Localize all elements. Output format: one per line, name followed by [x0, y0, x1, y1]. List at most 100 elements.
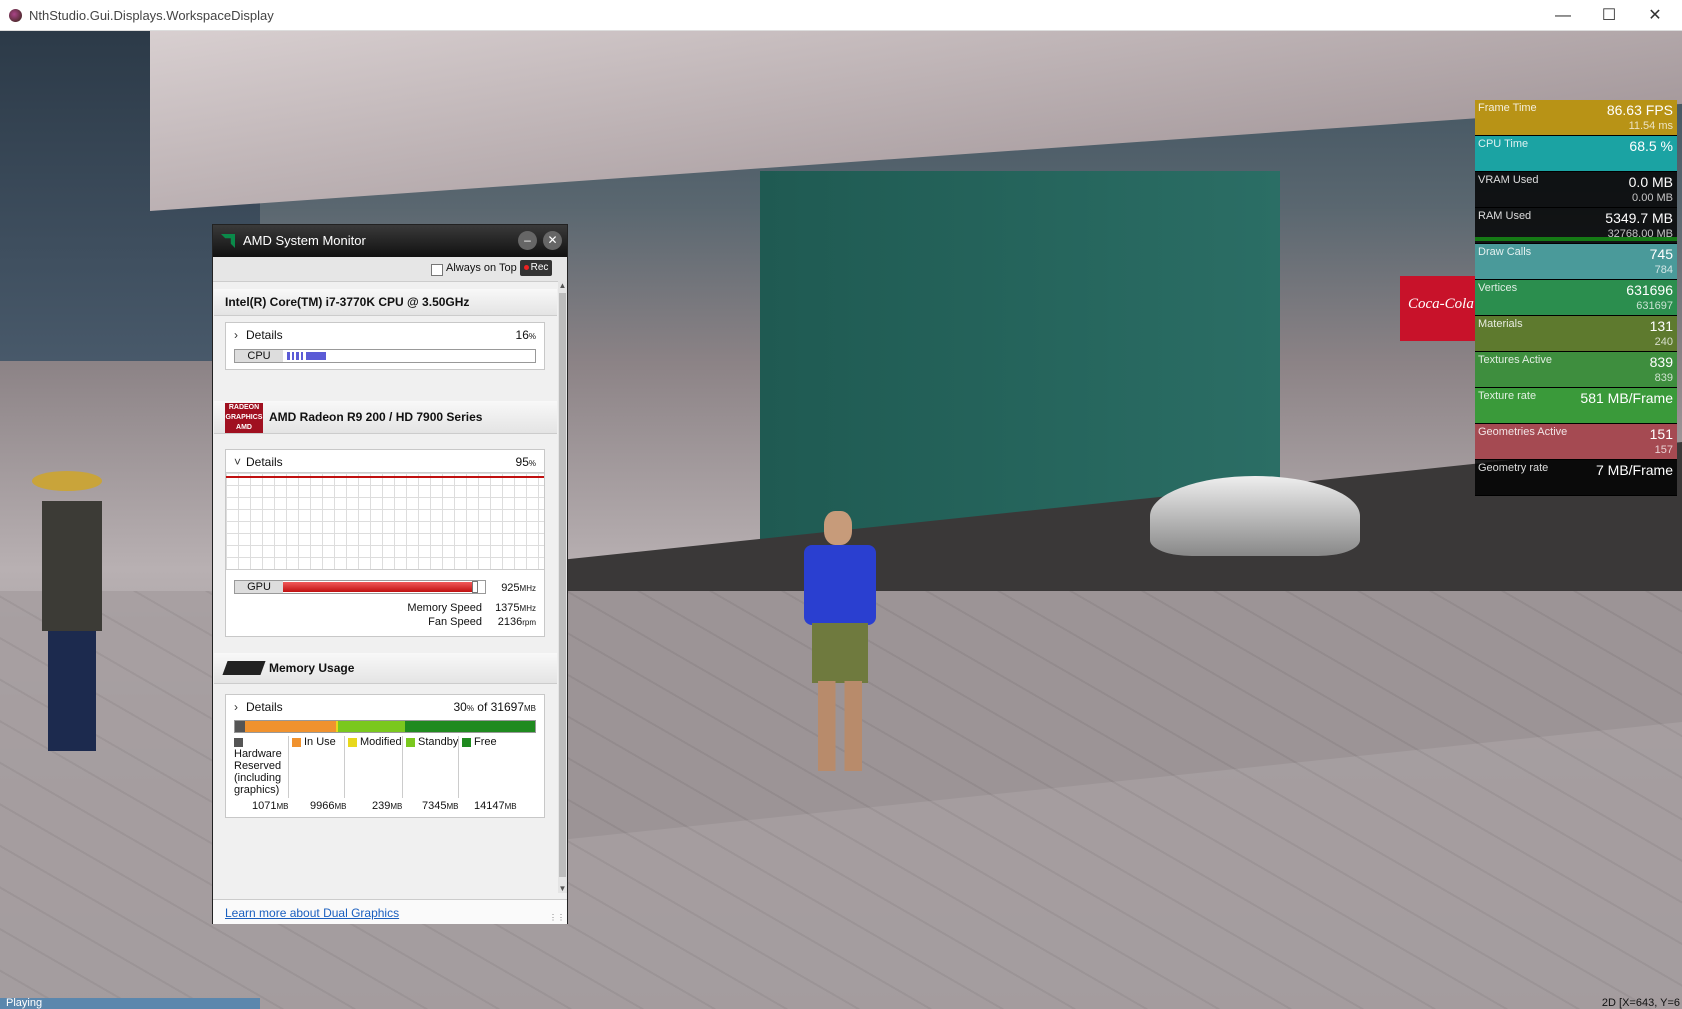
perf-label: CPU Time	[1478, 138, 1529, 150]
perf-label: VRAM Used	[1478, 174, 1539, 186]
legend-unit: MB	[276, 802, 289, 811]
perf-sub-value: 631697	[1636, 300, 1673, 312]
memory-module-icon	[222, 661, 266, 675]
gpu-percent-unit: %	[528, 459, 536, 468]
memory-bar-segment	[244, 721, 337, 732]
perf-value: 0.0 MB	[1628, 174, 1673, 190]
perf-sub-value: 11.54 ms	[1628, 120, 1673, 132]
legend-label: In Use	[304, 736, 336, 748]
memory-legend-item: Free	[462, 736, 516, 748]
amd-close-button[interactable]: ✕	[543, 231, 562, 250]
scroll-up-icon[interactable]: ▲	[558, 281, 567, 290]
memory-section-header: Memory Usage	[214, 653, 557, 684]
legend-value: 9966	[310, 800, 335, 812]
amd-logo-icon	[221, 234, 235, 248]
perf-value: 581 MB/Frame	[1580, 390, 1673, 406]
perf-label: Frame Time	[1478, 102, 1537, 114]
perf-label: Materials	[1478, 318, 1523, 330]
fan-speed-label: Fan Speed	[428, 616, 482, 628]
radeon-logo-icon: RADEON GRAPHICS AMD	[225, 403, 263, 433]
perf-sub-value: 32768.00 MB	[1607, 228, 1673, 240]
scene-npc	[30, 461, 120, 761]
memory-total-unit: MB	[524, 704, 536, 713]
scroll-thumb[interactable]	[559, 293, 566, 877]
resize-grip-icon[interactable]: ⋮⋮	[549, 913, 565, 922]
perf-label: Geometries Active	[1478, 426, 1568, 438]
gpu-percent-value: 95	[515, 455, 529, 469]
chevron-right-icon: ›	[234, 700, 238, 714]
rec-button[interactable]: Rec	[520, 260, 552, 276]
memory-details-toggle[interactable]: › Details	[234, 700, 283, 714]
perf-row-vram: VRAM Used 0.0 MB 0.00 MB	[1475, 172, 1677, 208]
cpu-percent-unit: %	[528, 332, 536, 341]
legend-value: 14147	[474, 800, 505, 812]
legend-divider	[458, 736, 459, 798]
legend-unit: MB	[446, 802, 459, 811]
gpu-details-toggle[interactable]: ˅ Details	[234, 455, 283, 469]
perf-row-georate: Geometry rate 7 MB/Frame	[1475, 460, 1677, 496]
perf-sub-value: 157	[1654, 444, 1673, 456]
minimize-button[interactable]: —	[1540, 0, 1586, 31]
legend-swatch	[462, 737, 471, 747]
scene-sign: Coca-Cola	[1400, 276, 1480, 341]
amd-system-monitor-window: AMD System Monitor – ✕ Always on Top Rec…	[212, 224, 568, 924]
legend-value: 1071	[252, 800, 277, 812]
always-on-top-label: Always on Top	[446, 262, 517, 274]
memory-legend-value: 7345MB	[422, 800, 458, 812]
memory-header: Memory Usage	[269, 661, 355, 675]
memory-legend-item: Modified	[348, 736, 402, 748]
perf-row-ram: RAM Used 5349.7 MB 32768.00 MB	[1475, 208, 1677, 244]
cpu-core-bar	[306, 352, 326, 360]
memory-percent-unit: %	[466, 704, 474, 713]
memory-legend-value: 9966MB	[310, 800, 346, 812]
legend-swatch	[292, 737, 301, 747]
amd-minimize-button[interactable]: –	[518, 231, 537, 250]
perf-value: 131	[1649, 318, 1673, 334]
gpu-bar-label: GPU	[235, 581, 283, 593]
gpu-panel: ˅ Details 95% GPU 925MHz Memory Speed 137…	[225, 449, 545, 637]
memory-legend-item: Standby	[406, 736, 460, 748]
performance-hud: Frame Time 86.63 FPS 11.54 ms CPU Time 68.5 …	[1475, 100, 1677, 496]
play-state: Playing	[6, 997, 43, 1009]
amd-toolbar: Always on Top Rec	[213, 257, 567, 282]
cpu-percent: 16%	[516, 328, 536, 342]
memory-percent: 30% of 31697MB	[453, 700, 536, 714]
legend-value: 239	[372, 800, 391, 812]
gpu-clock-value: 925	[501, 582, 520, 594]
cpu-core-bar	[292, 352, 294, 360]
maximize-button[interactable]: ☐	[1586, 0, 1632, 31]
perf-row-geo: Geometries Active 151 157	[1475, 424, 1677, 460]
gpu-usage-bar: GPU	[234, 580, 486, 594]
always-on-top-checkbox[interactable]	[431, 264, 443, 276]
cpu-details-toggle[interactable]: › Details	[234, 328, 283, 342]
memory-legend-value: 14147MB	[474, 800, 517, 812]
amd-window-title: AMD System Monitor	[243, 233, 366, 248]
cpu-details-label: Details	[246, 328, 283, 342]
record-icon	[523, 264, 529, 270]
gpu-clock: 925MHz	[501, 582, 536, 594]
close-button[interactable]: ✕	[1632, 0, 1678, 31]
window-title: NthStudio.Gui.Displays.WorkspaceDisplay	[29, 8, 274, 23]
amd-scrollbar[interactable]: ▲ ▼	[558, 281, 567, 893]
perf-row-frame: Frame Time 86.63 FPS 11.54 ms	[1475, 100, 1677, 136]
legend-swatch	[234, 737, 243, 747]
dual-graphics-link[interactable]: Learn more about Dual Graphics	[225, 906, 399, 920]
memory-bar-segment	[338, 721, 406, 732]
gpu-usage-line	[226, 476, 544, 478]
perf-label: Geometry rate	[1478, 462, 1549, 474]
memory-speed-value: 1375	[495, 602, 520, 614]
perf-value: 151	[1649, 426, 1673, 442]
legend-divider	[288, 736, 289, 798]
memory-bar-segment	[405, 721, 535, 732]
memory-details-label: Details	[246, 700, 283, 714]
cpu-name: Intel(R) Core(TM) i7-3770K CPU @ 3.50GHz	[225, 295, 470, 309]
rec-label: Rec	[530, 262, 549, 273]
scroll-down-icon[interactable]: ▼	[558, 884, 567, 893]
memory-percent-value: 30	[453, 700, 467, 714]
amd-titlebar[interactable]: AMD System Monitor – ✕	[213, 225, 567, 257]
perf-label: Texture rate	[1478, 390, 1537, 402]
perf-row-cpu: CPU Time 68.5 %	[1475, 136, 1677, 172]
legend-swatch	[406, 737, 415, 747]
gpu-usage-graph	[226, 472, 544, 570]
legend-value: 7345	[422, 800, 447, 812]
